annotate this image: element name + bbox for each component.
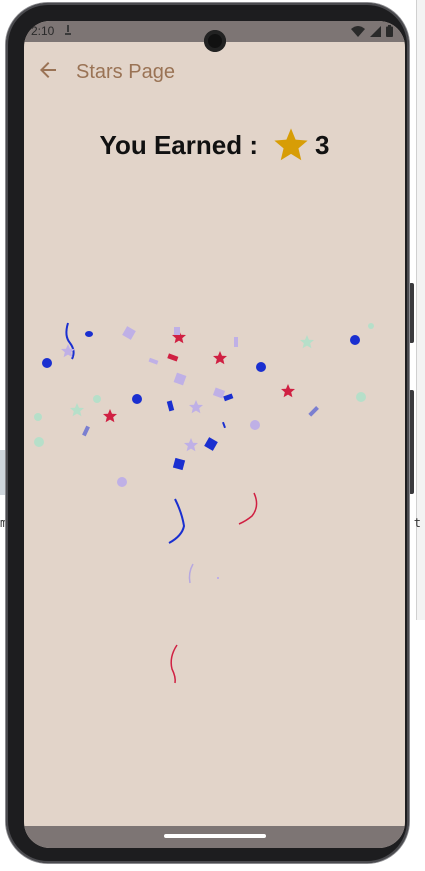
phone-volume-button [409, 283, 414, 343]
app-screen: 2:10 Stars Page You Earned: 3 [24, 21, 405, 848]
backdrop-text-right: t [413, 516, 421, 530]
phone-frame: 2:10 Stars Page You Earned: 3 [6, 3, 409, 863]
phone-power-button [409, 390, 414, 494]
home-indicator[interactable] [164, 834, 266, 838]
confetti-animation [34, 322, 374, 684]
navigation-bar [24, 826, 405, 848]
